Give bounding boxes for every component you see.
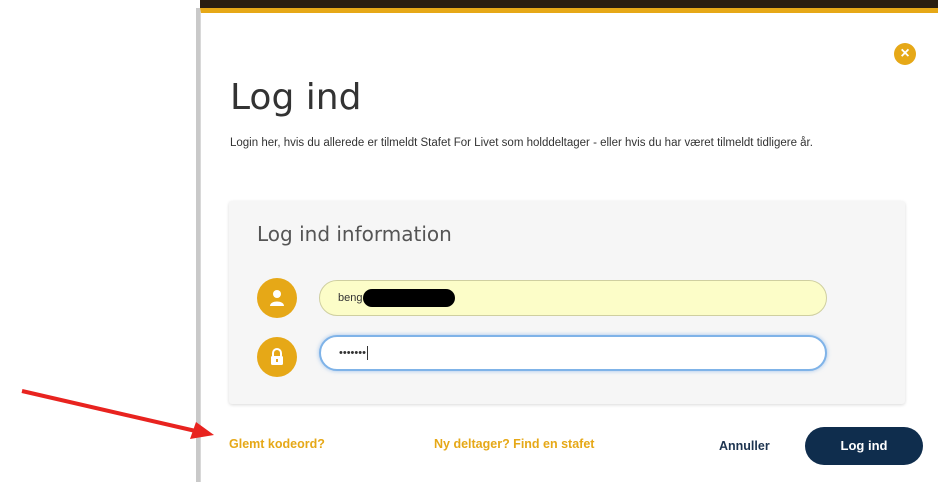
arrow-head [190, 422, 214, 439]
annotation-arrow [21, 389, 214, 439]
arrow-shaft [21, 389, 201, 434]
